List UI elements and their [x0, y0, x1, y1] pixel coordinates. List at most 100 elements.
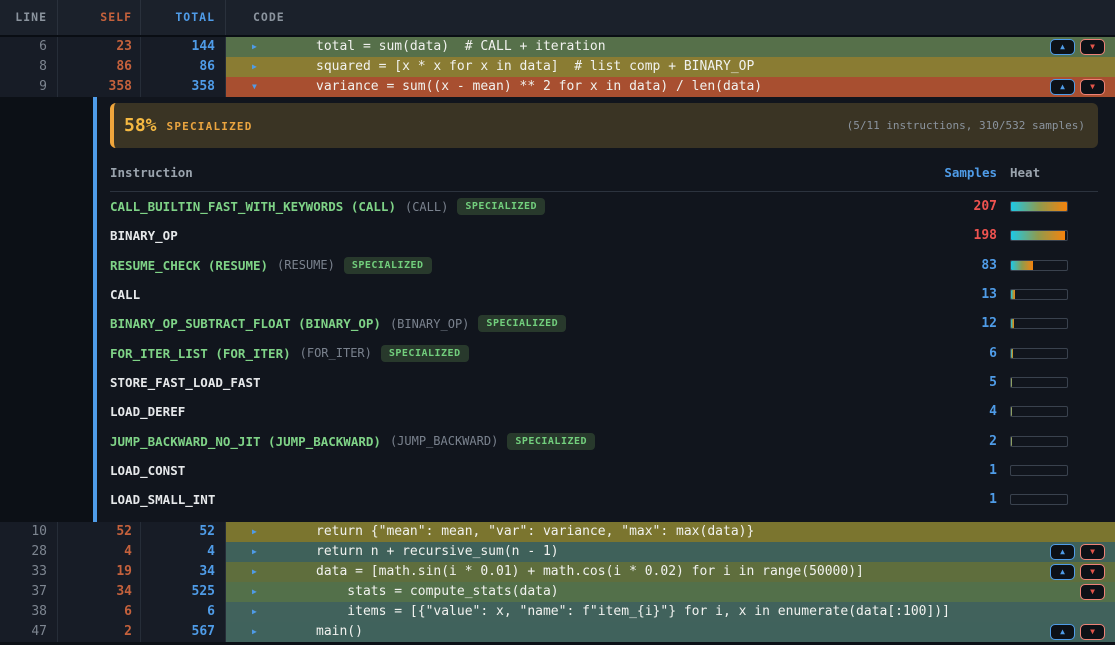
- expand-arrow-icon[interactable]: ▶: [252, 562, 257, 582]
- code-row[interactable]: 3734525▶ stats = compute_stats(data)▼: [0, 582, 1115, 602]
- instruction-samples: 207: [887, 199, 997, 214]
- panel-left-gutter: [0, 97, 93, 522]
- instruction-samples: 12: [887, 316, 997, 331]
- total-samples: 52: [141, 522, 226, 542]
- instruction-row: LOAD_CONST1: [110, 456, 1098, 485]
- code-row[interactable]: 3866▶ items = [{"value": x, "name": f"it…: [0, 602, 1115, 622]
- code-row[interactable]: 623144▶total = sum(data) # CALL + iterat…: [0, 37, 1115, 57]
- heat-cell: [1010, 436, 1098, 447]
- total-samples: 34: [141, 562, 226, 582]
- heat-cell: [1010, 406, 1098, 417]
- specialization-banner: 58% SPECIALIZED (5/11 instructions, 310/…: [110, 103, 1098, 148]
- code-cell: ▶ stats = compute_stats(data) ▼: [226, 582, 1115, 602]
- expand-arrow-icon[interactable]: ▶: [252, 542, 257, 562]
- jump-down-button[interactable]: ▼: [1080, 624, 1105, 640]
- instruction-samples: 13: [887, 287, 997, 302]
- instruction-samples: 4: [887, 404, 997, 419]
- instruction-name-group: CALL: [110, 287, 887, 302]
- specialized-percent: 58%: [124, 115, 157, 136]
- line-number: 37: [0, 582, 58, 602]
- expand-arrow-icon[interactable]: ▶: [252, 622, 257, 642]
- code-text: return {"mean": mean, "var": variance, "…: [316, 522, 754, 542]
- instruction-row: LOAD_DEREF 4: [110, 397, 1098, 426]
- code-text: stats = compute_stats(data): [316, 582, 559, 602]
- jump-up-button[interactable]: ▲: [1050, 564, 1075, 580]
- heat-cell: [1010, 260, 1098, 271]
- jump-down-button[interactable]: ▼: [1080, 584, 1105, 600]
- code-rows-bottom: 105252▶return {"mean": mean, "var": vari…: [0, 522, 1115, 642]
- code-cell: ▼variance = sum((x - mean) ** 2 for x in…: [226, 77, 1115, 97]
- instruction-name: BINARY_OP: [110, 228, 178, 243]
- jump-down-button[interactable]: ▼: [1080, 544, 1105, 560]
- heat-bar-fill: [1011, 290, 1015, 299]
- expand-arrow-icon[interactable]: ▶: [252, 37, 257, 57]
- instruction-name: JUMP_BACKWARD_NO_JIT (JUMP_BACKWARD): [110, 434, 381, 449]
- column-header-code: CODE: [226, 0, 1115, 35]
- heat-bar-fill: [1011, 407, 1012, 416]
- instruction-name: STORE_FAST_LOAD_FAST: [110, 375, 261, 390]
- expand-arrow-icon[interactable]: ▶: [252, 602, 257, 622]
- line-number: 6: [0, 37, 58, 57]
- heat-bar-fill: [1011, 202, 1067, 211]
- self-samples: 4: [58, 542, 141, 562]
- instruction-name-group: BINARY_OP: [110, 228, 887, 243]
- jump-up-button[interactable]: ▲: [1050, 79, 1075, 95]
- code-row[interactable]: 2844▶return n + recursive_sum(n - 1)▲▼: [0, 542, 1115, 562]
- instruction-name: LOAD_DEREF: [110, 404, 185, 419]
- self-samples: 358: [58, 77, 141, 97]
- code-text: items = [{"value": x, "name": f"item_{i}…: [316, 602, 950, 622]
- expand-arrow-icon[interactable]: ▶: [252, 57, 257, 77]
- code-text: main(): [316, 622, 363, 642]
- code-row[interactable]: 105252▶return {"mean": mean, "var": vari…: [0, 522, 1115, 542]
- line-number: 33: [0, 562, 58, 582]
- instruction-row: LOAD_SMALL_INT1: [110, 485, 1098, 514]
- code-row[interactable]: 331934▶data = [math.sin(i * 0.01) + math…: [0, 562, 1115, 582]
- specialized-badge: SPECIALIZED: [507, 433, 595, 450]
- code-cell: ▶total = sum(data) # CALL + iteration▲▼: [226, 37, 1115, 57]
- jump-up-button[interactable]: ▲: [1050, 544, 1075, 560]
- instruction-row: STORE_FAST_LOAD_FAST5: [110, 368, 1098, 397]
- instruction-row: CALL_BUILTIN_FAST_WITH_KEYWORDS (CALL)(C…: [110, 192, 1098, 221]
- instruction-name-group: CALL_BUILTIN_FAST_WITH_KEYWORDS (CALL)(C…: [110, 198, 887, 215]
- heat-bar-track: [1010, 436, 1068, 447]
- collapse-arrow-icon[interactable]: ▼: [252, 77, 257, 97]
- jump-down-button[interactable]: ▼: [1080, 564, 1105, 580]
- instruction-name-group: JUMP_BACKWARD_NO_JIT (JUMP_BACKWARD)(JUM…: [110, 433, 887, 450]
- jump-up-button[interactable]: ▲: [1050, 39, 1075, 55]
- instruction-base-name: (CALL): [405, 200, 448, 214]
- expand-arrow-icon[interactable]: ▶: [252, 582, 257, 602]
- instruction-name: LOAD_SMALL_INT: [110, 492, 215, 507]
- self-samples: 2: [58, 622, 141, 642]
- instruction-name: RESUME_CHECK (RESUME): [110, 258, 268, 273]
- code-row[interactable]: 472567▶main()▲▼: [0, 622, 1115, 642]
- heat-cell: [1010, 230, 1098, 241]
- instruction-row: JUMP_BACKWARD_NO_JIT (JUMP_BACKWARD)(JUM…: [110, 426, 1098, 455]
- heat-bar-fill: [1011, 378, 1012, 387]
- jump-up-button[interactable]: ▲: [1050, 624, 1075, 640]
- line-number: 28: [0, 542, 58, 562]
- panel-content: 58% SPECIALIZED (5/11 instructions, 310/…: [110, 97, 1098, 522]
- heat-cell: [1010, 289, 1098, 300]
- instruction-base-name: (FOR_ITER): [300, 346, 372, 360]
- jump-buttons: ▲▼: [1050, 564, 1105, 580]
- instruction-samples: 198: [887, 228, 997, 243]
- line-number: 38: [0, 602, 58, 622]
- instruction-name-group: LOAD_SMALL_INT: [110, 492, 887, 507]
- total-samples: 567: [141, 622, 226, 642]
- jump-buttons: ▲▼: [1050, 39, 1105, 55]
- heat-bar-track: [1010, 230, 1068, 241]
- instruction-name-group: LOAD_CONST: [110, 463, 887, 478]
- jump-down-button[interactable]: ▼: [1080, 39, 1105, 55]
- instruction-samples: 2: [887, 434, 997, 449]
- jump-down-button[interactable]: ▼: [1080, 79, 1105, 95]
- sample-summary: (5/11 instructions, 310/532 samples): [847, 119, 1085, 132]
- heat-bar-track: [1010, 289, 1068, 300]
- instruction-name-group: FOR_ITER_LIST (FOR_ITER)(FOR_ITER)SPECIA…: [110, 345, 887, 362]
- line-number: 9: [0, 77, 58, 97]
- instruction-row: BINARY_OP 198: [110, 221, 1098, 250]
- code-row[interactable]: 9358358▼variance = sum((x - mean) ** 2 f…: [0, 77, 1115, 97]
- heat-cell: [1010, 318, 1098, 329]
- code-row[interactable]: 88686▶squared = [x * x for x in data] # …: [0, 57, 1115, 77]
- line-number: 10: [0, 522, 58, 542]
- expand-arrow-icon[interactable]: ▶: [252, 522, 257, 542]
